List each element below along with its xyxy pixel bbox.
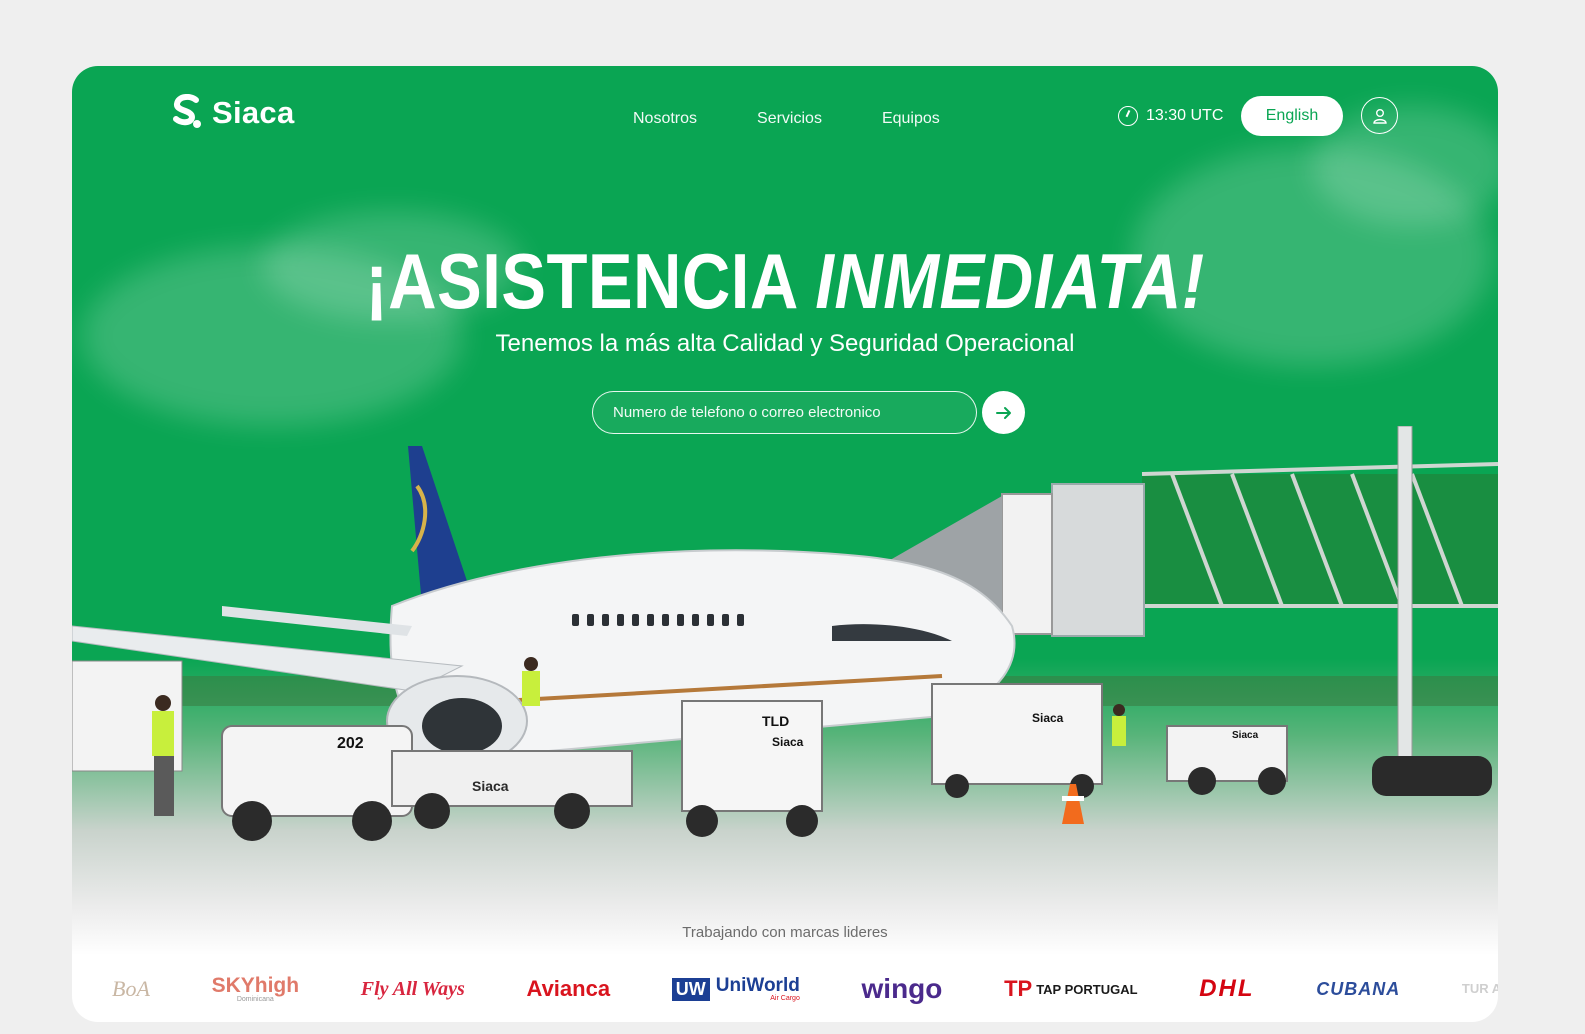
vehicle-label-siaca-gpu: Siaca bbox=[772, 735, 804, 749]
brand-flyallways: Fly All Ways bbox=[360, 977, 465, 1000]
user-icon bbox=[1372, 108, 1387, 124]
vehicle-label-siaca-belt: Siaca bbox=[472, 778, 509, 794]
language-button[interactable]: English bbox=[1241, 96, 1343, 136]
brand-uniworld-name: UniWorld bbox=[715, 975, 800, 996]
brand-skyhigh-name: SKYhigh bbox=[211, 974, 300, 997]
siaca-logo-icon bbox=[173, 94, 201, 128]
vehicle-label-tld: TLD bbox=[762, 713, 789, 729]
nav-equipos[interactable]: Equipos bbox=[882, 110, 940, 128]
utc-time: 13:30 UTC bbox=[1146, 107, 1224, 124]
vehicle-label-siaca-cart: Siaca bbox=[1032, 711, 1064, 725]
logo-text: Siaca bbox=[212, 95, 295, 130]
brand-turkish: TUR AIRL bbox=[1461, 980, 1498, 996]
airport-scene-illustration: 202 Siaca TLD Siaca Siaca Siaca bbox=[72, 426, 1498, 841]
hero-subtitle: Tenemos la más alta Calidad y Seguridad … bbox=[495, 330, 1075, 357]
brand-wingo: wingo bbox=[861, 973, 943, 1004]
clock-icon bbox=[1118, 106, 1138, 126]
nav-nosotros[interactable]: Nosotros bbox=[633, 110, 697, 128]
site-logo[interactable]: Siaca bbox=[170, 94, 295, 132]
brand-cubana: CUBANA bbox=[1316, 978, 1401, 999]
brand-skyhigh-sub: Dominicana bbox=[236, 996, 274, 1003]
brand-dhl: DHL bbox=[1199, 975, 1255, 1002]
brand-avianca: Avianca bbox=[526, 976, 611, 1001]
main-nav: Nosotros Servicios Equipos bbox=[633, 110, 940, 128]
brand-logos-row: BoA SKYhigh Dominicana Fly All Ways Avia… bbox=[112, 971, 1498, 1007]
brands-label: Trabajando con marcas lideres bbox=[682, 924, 888, 941]
vehicle-label-202: 202 bbox=[337, 735, 364, 752]
utc-clock: 13:30 UTC bbox=[1118, 106, 1223, 126]
arrow-right-icon bbox=[995, 406, 1011, 419]
brand-tap-portugal: TP TAP PORTUGAL bbox=[1004, 976, 1137, 1002]
airplane bbox=[72, 446, 1016, 767]
hero-title: ¡ASISTENCIA INMEDIATA! bbox=[172, 236, 1398, 327]
brand-tap-mark: TP bbox=[1004, 976, 1033, 1001]
brand-uniworld-mark: UW bbox=[671, 977, 710, 1001]
brand-uniworld-sub: Air Cargo bbox=[770, 995, 800, 1002]
hero-title-italic: INMEDIATA! bbox=[815, 237, 1205, 325]
brand-uniworld: UW UniWorld Air Cargo bbox=[671, 975, 800, 1002]
brand-skyhigh: SKYhigh Dominicana bbox=[212, 975, 300, 1003]
page-frame: Siaca Nosotros Servicios Equipos 13:30 U… bbox=[72, 66, 1498, 1022]
vehicle-label-siaca-tug: Siaca bbox=[1232, 730, 1259, 741]
brand-tap-name: TAP PORTUGAL bbox=[1036, 981, 1138, 997]
user-account-button[interactable] bbox=[1361, 97, 1398, 134]
brand-boa: BoA bbox=[112, 976, 150, 1001]
hero-title-main: ¡ASISTENCIA bbox=[365, 237, 816, 325]
nav-servicios[interactable]: Servicios bbox=[757, 110, 822, 128]
